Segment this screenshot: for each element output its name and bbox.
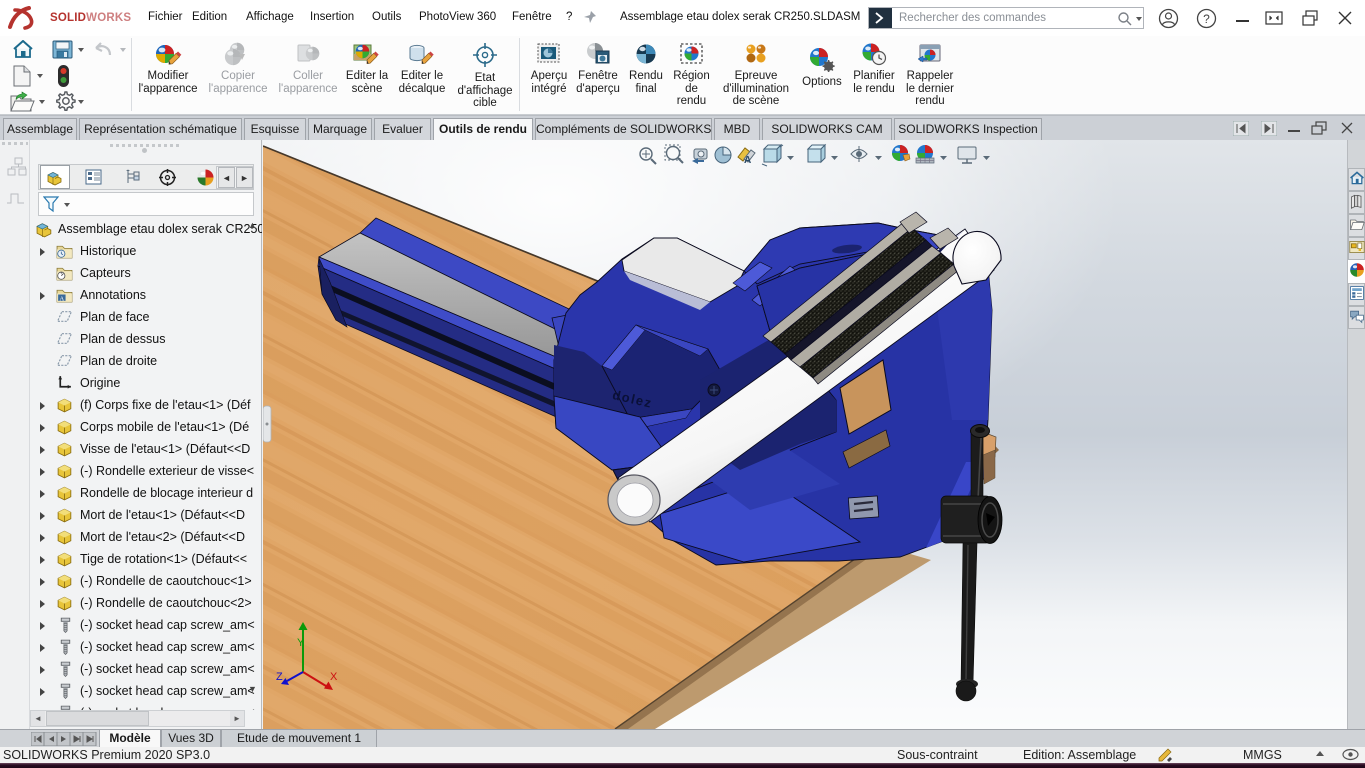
svg-text:X: X — [330, 671, 338, 683]
svg-text:Y: Y — [297, 637, 305, 649]
svg-text:A: A — [60, 295, 65, 302]
svg-text:A: A — [744, 155, 751, 166]
svg-text:Z: Z — [276, 671, 283, 683]
svg-text:?: ? — [1203, 12, 1210, 26]
